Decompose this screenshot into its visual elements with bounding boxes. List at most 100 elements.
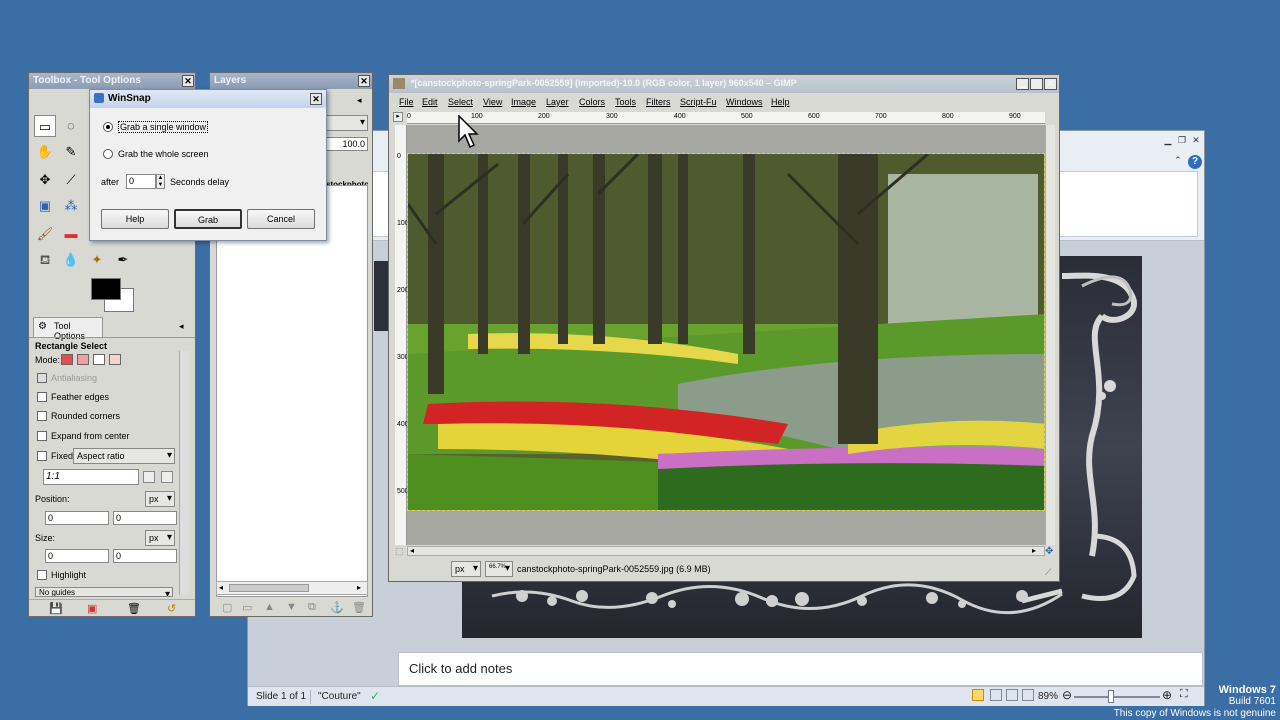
size-w-input[interactable]: 0 <box>45 549 109 563</box>
layers-hscroll[interactable]: ◂ ▸ <box>216 581 368 595</box>
mode-intersect-icon[interactable] <box>109 354 121 365</box>
grab-window-label[interactable]: Grab a single window <box>118 121 209 133</box>
blur-tool-icon[interactable]: 💧 <box>60 249 82 271</box>
restore-options-icon[interactable]: ▣ <box>87 602 97 615</box>
reading-view-icon[interactable] <box>1006 689 1018 701</box>
menu-script-fu[interactable]: Script-Fu <box>680 97 717 107</box>
ellipse-select-tool-icon[interactable]: ◌ <box>60 115 82 137</box>
raise-layer-icon[interactable]: ▲ <box>264 601 275 613</box>
slide-sorter-icon[interactable] <box>990 689 1002 701</box>
mode-replace-icon[interactable] <box>61 354 73 365</box>
ribbon-collapse-icon[interactable]: ⌃ <box>1172 155 1184 165</box>
scroll-left-icon[interactable]: ◂ <box>219 583 223 592</box>
grab-button[interactable]: Grab <box>174 209 242 229</box>
layer-mode-dropdown[interactable] <box>326 115 368 131</box>
unit-dropdown[interactable]: px <box>451 561 481 577</box>
zoom-dropdown[interactable]: 66.7% <box>485 561 513 577</box>
position-unit-dropdown[interactable]: px <box>145 491 175 507</box>
delete-layer-icon[interactable]: 🗑 <box>352 601 366 614</box>
minimize-icon[interactable]: ▁ <box>1016 78 1029 90</box>
grab-screen-radio[interactable] <box>103 149 113 159</box>
rect-select-tool-icon[interactable]: ▭ <box>34 115 56 137</box>
image-hscroll[interactable]: ◂ ▸ <box>407 546 1045 556</box>
heal-tool-icon[interactable]: ✋ <box>34 141 56 163</box>
quickmask-icon[interactable]: ⬚ <box>395 546 404 557</box>
highlight-checkbox[interactable] <box>37 570 47 580</box>
close-icon[interactable]: ✕ <box>182 75 194 87</box>
close-icon[interactable]: ✕ <box>1044 78 1057 90</box>
new-group-icon[interactable]: ▭ <box>242 601 252 614</box>
spring-park-photo[interactable] <box>407 153 1045 511</box>
menu-select[interactable]: Select <box>448 97 473 107</box>
save-options-icon[interactable]: 💾 <box>49 602 63 615</box>
rounded-corners-checkbox[interactable] <box>37 411 47 421</box>
zoom-out-icon[interactable]: ⊖ <box>1062 688 1072 702</box>
minimize-icon[interactable]: ▁ <box>1162 135 1174 145</box>
fixed-mode-dropdown[interactable]: Aspect ratio <box>73 448 175 464</box>
guides-dropdown[interactable]: No guides <box>35 587 173 597</box>
close-icon[interactable]: ✕ <box>310 93 322 105</box>
cage-tool-icon[interactable]: ⁂ <box>60 195 82 217</box>
menu-windows[interactable]: Windows <box>726 97 763 107</box>
vertical-ruler[interactable]: 0 100 200 300 400 500 <box>395 125 409 545</box>
help-button[interactable]: Help <box>101 209 169 229</box>
foreground-color-swatch[interactable] <box>91 278 121 300</box>
new-layer-icon[interactable]: ▢ <box>222 601 232 614</box>
tab-tool-options[interactable]: ⚙ Tool Options <box>33 317 103 341</box>
navigate-icon[interactable]: ✥ <box>1045 546 1053 557</box>
slideshow-icon[interactable] <box>1022 689 1034 701</box>
lower-layer-icon[interactable]: ▼ <box>286 601 297 613</box>
eraser-tool-icon[interactable]: ▬ <box>60 223 82 245</box>
close-icon[interactable]: ✕ <box>358 75 370 87</box>
menu-tools[interactable]: Tools <box>615 97 636 107</box>
scroll-left-icon[interactable]: ◂ <box>410 546 414 555</box>
feather-edges-checkbox[interactable] <box>37 392 47 402</box>
resize-grip-icon[interactable]: ⟋ <box>1045 567 1051 578</box>
portrait-icon[interactable] <box>143 471 155 483</box>
menu-filters[interactable]: Filters <box>646 97 671 107</box>
scroll-thumb[interactable] <box>229 584 309 592</box>
measure-tool-icon[interactable]: ⟋ <box>60 169 82 191</box>
menu-layer[interactable]: Layer <box>546 97 569 107</box>
anchor-layer-icon[interactable]: ⚓ <box>330 601 344 614</box>
slide-thumbnail-edge[interactable] <box>374 261 388 331</box>
normal-view-icon[interactable] <box>972 689 984 701</box>
menu-view[interactable]: View <box>483 97 502 107</box>
delay-input[interactable]: 0 <box>126 174 156 189</box>
menu-edit[interactable]: Edit <box>422 97 438 107</box>
fixed-checkbox[interactable] <box>37 451 47 461</box>
spellcheck-icon[interactable]: ✓ <box>370 689 380 703</box>
configure-tab-icon[interactable]: ◂ <box>179 321 184 332</box>
zoom-percent[interactable]: 89% <box>1038 691 1058 702</box>
mode-subtract-icon[interactable] <box>93 354 105 365</box>
grab-window-radio[interactable] <box>103 122 113 132</box>
ratio-input[interactable]: 1:1 <box>43 469 139 485</box>
mode-add-icon[interactable] <box>77 354 89 365</box>
grab-screen-label[interactable]: Grab the whole screen <box>118 149 209 159</box>
image-canvas[interactable] <box>407 125 1045 545</box>
clone-tool-icon[interactable]: ✎ <box>60 141 82 163</box>
scroll-right-icon[interactable]: ▸ <box>1032 546 1036 555</box>
size-h-input[interactable]: 0 <box>113 549 177 563</box>
reset-options-icon[interactable]: ↺ <box>167 602 176 615</box>
help-icon[interactable]: ? <box>1188 155 1202 169</box>
quickmask-menu-icon[interactable]: ▸ <box>393 112 403 122</box>
landscape-icon[interactable] <box>161 471 173 483</box>
delete-options-icon[interactable]: 🗑 <box>127 602 141 615</box>
position-x-input[interactable]: 0 <box>45 511 109 525</box>
image-vscroll[interactable] <box>1045 125 1055 545</box>
menu-image[interactable]: Image <box>511 97 536 107</box>
options-scrollbar[interactable] <box>179 351 189 595</box>
horizontal-ruler[interactable]: 0 100 200 300 400 500 600 700 800 900 <box>407 112 1045 124</box>
transform-tool-icon[interactable]: ▣ <box>34 195 56 217</box>
menu-file[interactable]: File <box>399 97 414 107</box>
paintbrush-tool-icon[interactable]: 🖌 <box>34 223 56 245</box>
restore-icon[interactable]: ❐ <box>1176 135 1188 145</box>
opacity-input[interactable]: 100.0 <box>326 137 368 151</box>
close-icon[interactable]: ✕ <box>1190 135 1202 145</box>
size-unit-dropdown[interactable]: px <box>145 530 175 546</box>
expand-center-checkbox[interactable] <box>37 431 47 441</box>
notes-pane[interactable]: Click to add notes <box>398 652 1203 686</box>
menu-colors[interactable]: Colors <box>579 97 605 107</box>
maximize-icon[interactable]: □ <box>1030 78 1043 90</box>
